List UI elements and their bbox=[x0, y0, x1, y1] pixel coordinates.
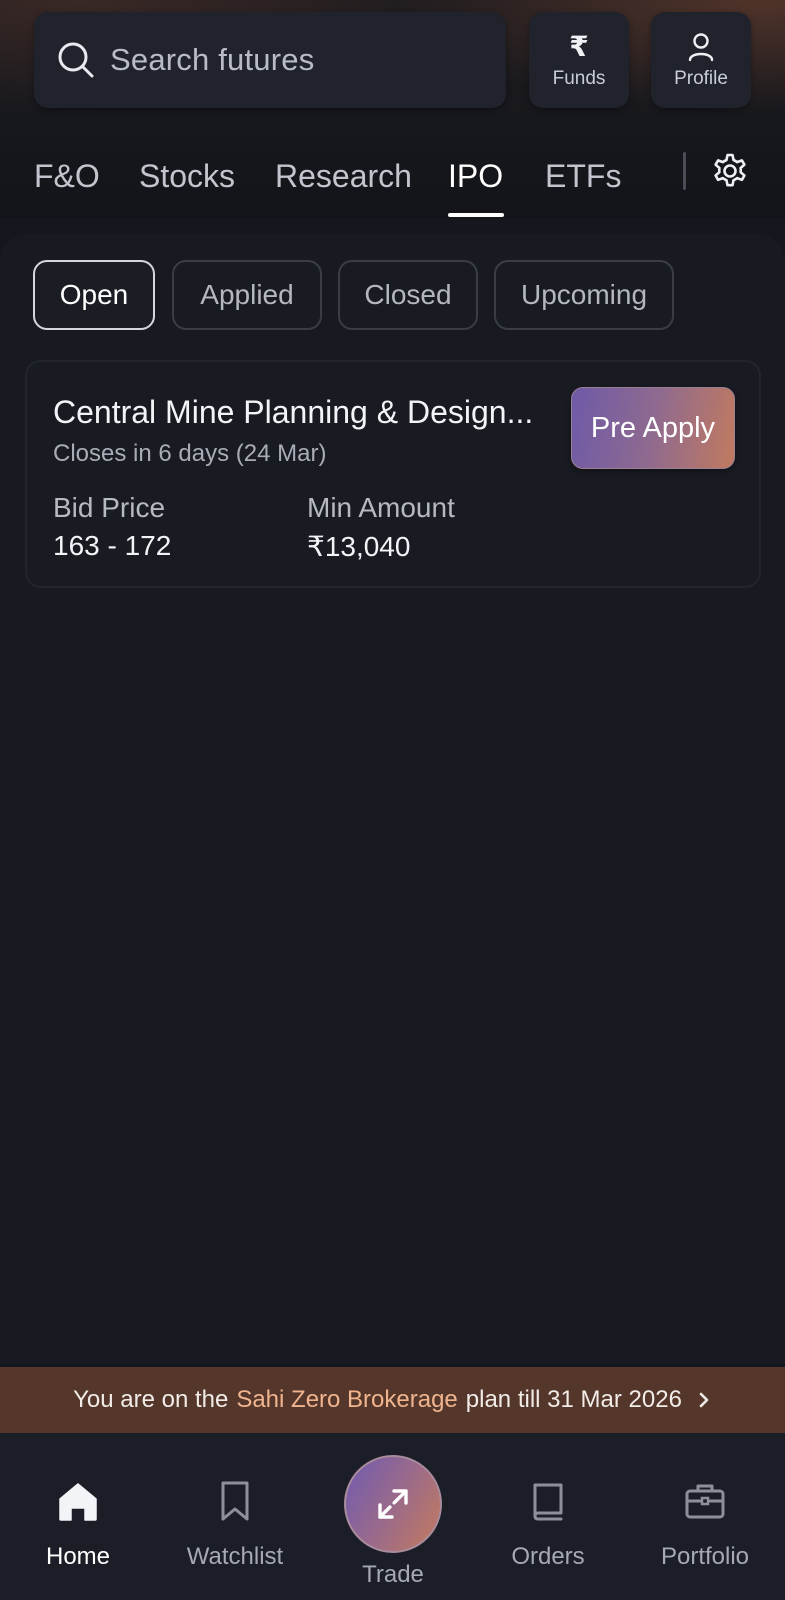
briefcase-icon bbox=[685, 1484, 725, 1519]
pre-apply-button[interactable]: Pre Apply bbox=[571, 387, 735, 469]
active-tab-indicator bbox=[448, 213, 504, 217]
search-input[interactable]: Search futures bbox=[34, 12, 506, 108]
nav-watchlist[interactable]: Watchlist bbox=[170, 1433, 300, 1600]
banner-suffix: plan till 31 Mar 2026 bbox=[465, 1386, 682, 1413]
nav-watchlist-label: Watchlist bbox=[186, 1543, 284, 1570]
min-amount-value: ₹13,040 bbox=[307, 531, 411, 562]
search-icon bbox=[58, 42, 94, 78]
filter-upcoming[interactable]: Upcoming bbox=[494, 260, 674, 330]
nav-home-label: Home bbox=[45, 1543, 111, 1570]
category-tabs: F&O Stocks Research IPO ETFs bbox=[0, 140, 785, 218]
book-icon bbox=[533, 1483, 563, 1521]
nav-trade-label[interactable]: Trade bbox=[344, 1561, 442, 1589]
banner-prefix: You are on the bbox=[73, 1386, 229, 1413]
nav-orders-label: Orders bbox=[511, 1543, 585, 1570]
trade-arrows-icon bbox=[378, 1489, 408, 1519]
tabs-divider bbox=[683, 152, 686, 190]
filter-applied[interactable]: Applied bbox=[172, 260, 322, 330]
tab-fno[interactable]: F&O bbox=[34, 158, 100, 195]
bottom-navigation: Home Watchlist Trade Orders Portfolio bbox=[0, 1433, 785, 1600]
chevron-right-icon bbox=[699, 1392, 709, 1408]
nav-orders[interactable]: Orders bbox=[488, 1433, 608, 1600]
ipo-closing-info: Closes in 6 days (24 Mar) bbox=[53, 440, 327, 467]
nav-portfolio[interactable]: Portfolio bbox=[645, 1433, 765, 1600]
app-screen: Search futures ₹ Funds Profile F&O Stock… bbox=[0, 0, 785, 1600]
filter-open[interactable]: Open bbox=[33, 260, 155, 330]
tab-ipo[interactable]: IPO bbox=[448, 158, 503, 195]
bid-price-label: Bid Price bbox=[53, 492, 166, 523]
profile-button[interactable]: Profile bbox=[651, 12, 751, 108]
tab-research[interactable]: Research bbox=[275, 158, 412, 195]
ipo-company-name: Central Mine Planning & Design... bbox=[53, 394, 534, 430]
tab-stocks[interactable]: Stocks bbox=[139, 158, 235, 195]
brokerage-plan-banner[interactable]: You are on the Sahi Zero Brokerage plan … bbox=[0, 1367, 785, 1433]
banner-plan-name: Sahi Zero Brokerage bbox=[236, 1386, 458, 1413]
settings-gear-icon[interactable] bbox=[708, 149, 752, 193]
min-amount-label: Min Amount bbox=[307, 492, 455, 523]
nav-portfolio-label: Portfolio bbox=[660, 1543, 750, 1570]
filter-closed[interactable]: Closed bbox=[338, 260, 478, 330]
tab-etfs[interactable]: ETFs bbox=[545, 158, 621, 195]
funds-label: Funds bbox=[552, 68, 606, 89]
funds-button[interactable]: ₹ Funds bbox=[529, 12, 629, 108]
ipo-panel: Open Applied Closed Upcoming Central Min… bbox=[0, 234, 785, 1364]
home-icon bbox=[59, 1483, 97, 1521]
nav-home[interactable]: Home bbox=[28, 1433, 128, 1600]
bookmark-icon bbox=[221, 1481, 249, 1521]
rupee-icon: ₹ bbox=[569, 31, 589, 62]
search-placeholder: Search futures bbox=[110, 42, 315, 77]
trade-button[interactable] bbox=[344, 1455, 442, 1553]
user-icon bbox=[688, 33, 714, 62]
bid-price-value: 163 - 172 bbox=[53, 530, 172, 561]
ipo-card[interactable]: Central Mine Planning & Design... Closes… bbox=[25, 360, 761, 588]
profile-label: Profile bbox=[674, 68, 728, 89]
